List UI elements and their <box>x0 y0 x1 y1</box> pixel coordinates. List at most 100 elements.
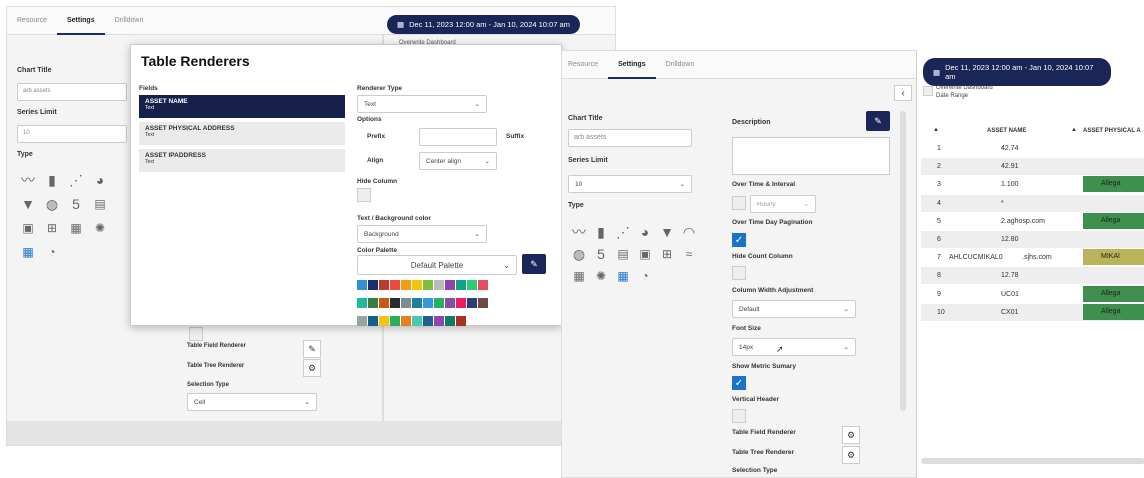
scatter-chart-icon[interactable]: ⋰ <box>67 171 85 189</box>
globe-icon[interactable]: ◍ <box>570 245 588 263</box>
table-row[interactable]: 3 1.100 Allega <box>921 176 1144 193</box>
col-asset-name[interactable]: ASSET NAME <box>987 128 1026 134</box>
color-swatch[interactable] <box>478 280 488 290</box>
field-item-asset-ipaddress[interactable]: ASSET IPADDRESS Text <box>139 149 345 172</box>
color-swatch[interactable] <box>456 316 466 326</box>
show-metric-checkbox[interactable]: ✓ <box>732 376 746 390</box>
bar-chart-icon[interactable]: ▮ <box>592 223 610 241</box>
vertical-header-checkbox[interactable] <box>732 409 746 423</box>
table-selected-icon[interactable]: ▦ <box>19 243 37 261</box>
gauge-icon[interactable]: ◠ <box>680 223 698 241</box>
color-swatch[interactable] <box>379 280 389 290</box>
radar-icon[interactable]: ✺ <box>592 267 610 285</box>
color-swatch[interactable] <box>423 316 433 326</box>
radar-icon[interactable]: ✺ <box>91 219 109 237</box>
funnel-icon[interactable]: ▼ <box>658 223 676 241</box>
back-table-field-renderer-gear-icon[interactable]: ✎ <box>303 340 321 358</box>
color-swatch[interactable] <box>434 298 444 308</box>
color-swatch[interactable] <box>445 316 455 326</box>
series-limit-select[interactable]: 10 ⌄ <box>568 175 692 193</box>
table-row[interactable]: 2 42.91 <box>921 158 1144 176</box>
color-swatch[interactable] <box>445 280 455 290</box>
card-icon[interactable]: ▣ <box>636 245 654 263</box>
col-width-select[interactable]: Default ⌄ <box>732 300 856 318</box>
number-icon[interactable]: 5 <box>67 195 85 213</box>
color-swatch[interactable] <box>401 316 411 326</box>
col-asset-physical[interactable]: ASSET PHYSICAL A <box>1083 128 1141 134</box>
prefix-input[interactable] <box>419 128 497 146</box>
bar-chart-icon[interactable]: ▮ <box>43 171 61 189</box>
color-swatch[interactable] <box>412 298 422 308</box>
tab-resource[interactable]: Resource <box>7 7 57 35</box>
color-swatch[interactable] <box>379 298 389 308</box>
overwrite-checkbox[interactable] <box>923 86 933 96</box>
table-row[interactable]: 9 UC01 Allega <box>921 285 1144 303</box>
color-swatch[interactable] <box>423 298 433 308</box>
color-swatch[interactable] <box>478 298 488 308</box>
number-icon[interactable]: 5 <box>592 245 610 263</box>
color-swatch[interactable] <box>467 298 477 308</box>
color-swatch[interactable] <box>390 316 400 326</box>
tab-drilldown[interactable]: Drilldown <box>656 51 705 79</box>
horizontal-scrollbar[interactable] <box>921 458 1144 464</box>
line-chart-icon[interactable]: 〰 <box>570 223 588 241</box>
table-row[interactable]: 8 12.78 <box>921 267 1144 285</box>
color-swatch[interactable] <box>357 280 367 290</box>
color-swatch[interactable] <box>467 280 477 290</box>
collapse-button[interactable]: ‹ <box>894 85 912 101</box>
back-table-tree-renderer-gear-icon[interactable]: ⚙ <box>303 359 321 377</box>
renderer-type-select[interactable]: Text ⌄ <box>357 95 487 113</box>
grid-icon[interactable]: ▦ <box>67 219 85 237</box>
scatter-chart-icon[interactable]: ⋰ <box>614 223 632 241</box>
back-checkbox[interactable] <box>189 327 203 341</box>
sort-up-icon[interactable]: ▲ <box>933 127 939 133</box>
edit-description-button[interactable]: ✎ <box>866 111 890 131</box>
tree-icon[interactable]: ⊞ <box>658 245 676 263</box>
color-swatch[interactable] <box>412 316 422 326</box>
tab-drilldown[interactable]: Drilldown <box>105 7 154 35</box>
tab-settings[interactable]: Settings <box>607 51 656 79</box>
table-selected-icon[interactable]: ▦ <box>614 267 632 285</box>
field-item-asset-physical-address[interactable]: ASSET PHYSICAL ADDRESS Text <box>139 122 345 145</box>
color-swatch[interactable] <box>368 316 378 326</box>
table-row[interactable]: 1 42.74 <box>921 140 1144 157</box>
sunburst-icon[interactable]: ◔ <box>43 243 61 261</box>
line-chart-icon[interactable]: 〰 <box>19 171 37 189</box>
color-swatch[interactable] <box>434 280 444 290</box>
date-range-pill[interactable]: ▦ Dec 11, 2023 12:00 am - Jan 10, 2024 1… <box>923 58 1111 86</box>
scrollbar[interactable] <box>900 111 906 411</box>
wave-icon[interactable]: ≈ <box>680 245 698 263</box>
color-swatch[interactable] <box>368 280 378 290</box>
color-swatch[interactable] <box>357 316 367 326</box>
pie-chart-icon[interactable]: ◕ <box>91 171 109 189</box>
table-row[interactable]: 6 12.80 <box>921 231 1144 248</box>
table-row[interactable]: 5 2.aghosp.com Allega <box>921 212 1144 230</box>
chart-title-input[interactable]: arb assets <box>568 129 692 147</box>
palette-select[interactable]: Default Palette ⌄ <box>357 255 517 275</box>
chart-title-input[interactable]: arb assets <box>17 83 127 101</box>
color-swatch[interactable] <box>401 298 411 308</box>
series-limit-input[interactable]: 10 <box>17 125 127 143</box>
sunburst-icon[interactable]: ◔ <box>636 267 654 285</box>
color-swatch[interactable] <box>412 280 422 290</box>
font-size-select[interactable]: 14px ⌄ <box>732 338 856 356</box>
table-tree-renderer-gear-icon[interactable]: ⚙ <box>842 446 860 464</box>
color-swatch[interactable] <box>368 298 378 308</box>
color-swatch[interactable] <box>456 298 466 308</box>
color-swatch[interactable] <box>390 280 400 290</box>
color-swatch[interactable] <box>379 316 389 326</box>
grid-icon[interactable]: ▦ <box>570 267 588 285</box>
hide-count-checkbox[interactable] <box>732 266 746 280</box>
date-range-pill[interactable]: ▦ Dec 11, 2023 12:00 am - Jan 10, 2024 1… <box>387 15 580 34</box>
align-select[interactable]: Center align ⌄ <box>419 152 497 170</box>
tree-icon[interactable]: ⊞ <box>43 219 61 237</box>
color-swatch[interactable] <box>445 298 455 308</box>
table-icon[interactable]: ▤ <box>614 245 632 263</box>
color-swatch[interactable] <box>423 280 433 290</box>
tab-settings[interactable]: Settings <box>56 7 105 35</box>
globe-icon[interactable]: ◍ <box>43 195 61 213</box>
color-swatch[interactable] <box>390 298 400 308</box>
color-swatch[interactable] <box>434 316 444 326</box>
edit-palette-button[interactable]: ✎ <box>522 254 546 274</box>
card-icon[interactable]: ▣ <box>19 219 37 237</box>
